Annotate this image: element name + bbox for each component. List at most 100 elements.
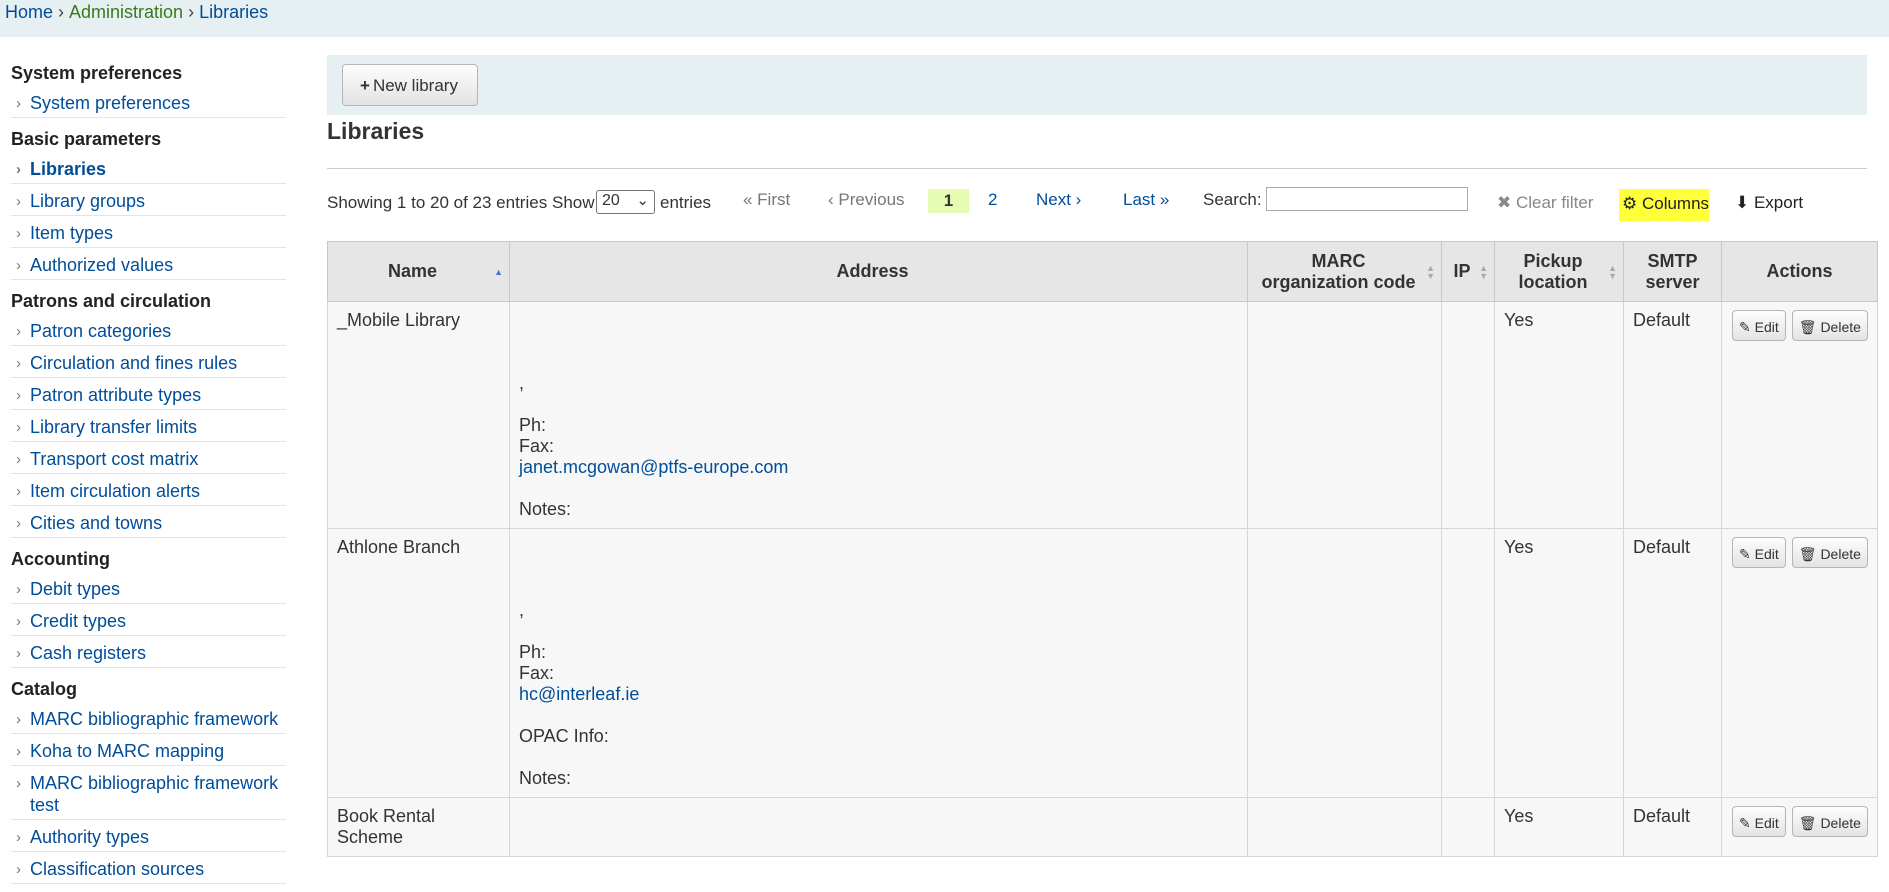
- library-address-cell: [509, 797, 1248, 857]
- address-line: [519, 621, 1238, 642]
- library-name-cell: _Mobile Library: [327, 301, 510, 529]
- pagination-last[interactable]: Last »: [1123, 190, 1169, 210]
- sidebar-item-circulation-and-fines-rules[interactable]: Circulation and fines rules: [11, 349, 286, 378]
- pagination-first[interactable]: « First: [743, 190, 790, 210]
- sidebar-item-cash-registers[interactable]: Cash registers: [11, 639, 286, 668]
- delete-button[interactable]: 🗑 Delete: [1791, 537, 1868, 568]
- address-line: [519, 331, 1238, 352]
- sidebar-list: System preferences: [11, 89, 286, 118]
- sidebar-item-item-circulation-alerts[interactable]: Item circulation alerts: [11, 477, 286, 506]
- library-name-cell: Athlone Branch: [327, 528, 510, 798]
- admin-sidebar: System preferences System preferences Basi…: [11, 60, 286, 892]
- address-line: [519, 558, 1238, 579]
- smtp-server-cell: Default: [1623, 528, 1722, 798]
- column-header-marc-organization-code[interactable]: MARC organization code ▲ ▼: [1247, 241, 1442, 302]
- libraries-table: Name ▲ Address MARC organization code ▲ ▼ IP…: [327, 241, 1878, 857]
- sidebar-item-debit-types[interactable]: Debit types: [11, 575, 286, 604]
- sidebar-item-patron-categories[interactable]: Patron categories: [11, 317, 286, 346]
- edit-button[interactable]: ✎ Edit: [1732, 806, 1786, 837]
- edit-button[interactable]: ✎ Edit: [1732, 310, 1786, 341]
- new-library-label: New library: [372, 76, 458, 95]
- sidebar-list: Libraries Library groups Item types Authori…: [11, 155, 286, 280]
- sidebar-item-credit-types[interactable]: Credit types: [11, 607, 286, 636]
- sort-icon: ▲ ▼: [1479, 262, 1488, 281]
- search-label: Search:: [1203, 190, 1262, 209]
- delete-button[interactable]: 🗑 Delete: [1791, 806, 1868, 837]
- delete-button[interactable]: 🗑 Delete: [1791, 310, 1868, 341]
- breadcrumb-current[interactable]: Libraries: [199, 2, 268, 22]
- toolbar: + New library: [327, 55, 1867, 115]
- export-button[interactable]: ⬇ Export: [1735, 193, 1803, 213]
- smtp-server-cell: Default: [1623, 797, 1722, 857]
- page-size-select[interactable]: 20 ⌄: [596, 190, 655, 214]
- email-link[interactable]: hc@interleaf.ie: [519, 684, 1238, 705]
- smtp-server-cell: Default: [1623, 301, 1722, 529]
- pagination-next[interactable]: Next ›: [1036, 190, 1081, 210]
- address-line: Notes:: [519, 499, 572, 519]
- address-line: [519, 394, 1238, 415]
- column-header-name[interactable]: Name ▲: [327, 241, 510, 302]
- title-divider: [327, 168, 1867, 169]
- address-line: [519, 537, 1238, 558]
- pencil-icon: ✎: [1739, 319, 1755, 335]
- sidebar-item-koha-to-marc-mapping[interactable]: Koha to MARC mapping: [11, 737, 286, 766]
- breadcrumb-separator: ›: [188, 2, 195, 22]
- pagination-page-current[interactable]: 1: [928, 189, 969, 213]
- ip-cell: [1441, 528, 1495, 798]
- sidebar-item-authorized-values[interactable]: Authorized values: [11, 251, 286, 280]
- table-row: Book Rental Scheme Yes Default ✎ Edit 🗑 Del…: [327, 797, 1878, 857]
- breadcrumb-administration-link[interactable]: Administration: [69, 2, 183, 22]
- address-line: OPAC Info:: [519, 726, 609, 746]
- pickup-location-cell: Yes: [1494, 301, 1624, 529]
- address-line: [519, 310, 1238, 331]
- sidebar-section-title: Basic parameters: [11, 129, 162, 149]
- address-line: Fax:: [519, 663, 555, 683]
- sort-icon: ▲ ▼: [1426, 262, 1435, 281]
- sidebar-item-library-transfer-limits[interactable]: Library transfer limits: [11, 413, 286, 442]
- marc-code-cell: [1247, 301, 1442, 529]
- sidebar-item-library-groups[interactable]: Library groups: [11, 187, 286, 216]
- pencil-icon: ✎: [1739, 815, 1755, 831]
- sidebar-item-transport-cost-matrix[interactable]: Transport cost matrix: [11, 445, 286, 474]
- sidebar-item-marc-bibliographic-framework-test[interactable]: MARC bibliographic framework test: [11, 769, 286, 820]
- chevron-down-icon: ⌄: [636, 192, 649, 209]
- sort-icon: ▲ ▼: [1608, 262, 1617, 281]
- pickup-location-cell: Yes: [1494, 797, 1624, 857]
- sidebar-item-system-preferences[interactable]: System preferences: [11, 89, 286, 118]
- sidebar-item-patron-attribute-types[interactable]: Patron attribute types: [11, 381, 286, 410]
- sidebar-list: Patron categories Circulation and fines r…: [11, 317, 286, 538]
- email-link[interactable]: janet.mcgowan@ptfs-europe.com: [519, 457, 1238, 478]
- sidebar-section-title: Patrons and circulation: [11, 291, 212, 311]
- pagination-page-2[interactable]: 2: [988, 190, 997, 210]
- table-row: _Mobile Library, Ph: Fax: janet.mcgowan@ptf…: [327, 301, 1878, 529]
- column-header-ip[interactable]: IP ▲ ▼: [1441, 241, 1495, 302]
- sidebar-item-libraries[interactable]: Libraries: [11, 155, 286, 184]
- address-line: Ph:: [519, 642, 547, 662]
- search-input[interactable]: [1266, 187, 1468, 211]
- clear-filter-button[interactable]: ✖ Clear filter: [1497, 193, 1593, 213]
- sidebar-item-item-types[interactable]: Item types: [11, 219, 286, 248]
- address-line: Notes:: [519, 768, 572, 788]
- actions-cell: ✎ Edit 🗑 Delete: [1721, 797, 1878, 857]
- sidebar-section-title: System preferences: [11, 63, 183, 83]
- page-title: Libraries: [327, 118, 425, 144]
- address-line: ,: [519, 373, 525, 393]
- new-library-button[interactable]: + New library: [342, 64, 478, 106]
- breadcrumb: Home › Administration › Libraries: [0, 0, 1889, 37]
- address-line: [519, 705, 1238, 726]
- trash-icon: 🗑: [1798, 815, 1821, 831]
- column-header-actions: Actions: [1721, 241, 1878, 302]
- sidebar-item-cities-and-towns[interactable]: Cities and towns: [11, 509, 286, 538]
- edit-button[interactable]: ✎ Edit: [1732, 537, 1786, 568]
- pickup-location-cell: Yes: [1494, 528, 1624, 798]
- sidebar-item-classification-sources[interactable]: Classification sources: [11, 855, 286, 884]
- sidebar-item-marc-bibliographic-framework[interactable]: MARC bibliographic framework: [11, 705, 286, 734]
- columns-button[interactable]: ⚙ Columns: [1619, 189, 1709, 221]
- sidebar-item-authority-types[interactable]: Authority types: [11, 823, 286, 852]
- pagination-previous[interactable]: ‹ Previous: [828, 190, 905, 210]
- address-line: [519, 579, 1238, 600]
- marc-code-cell: [1247, 528, 1442, 798]
- breadcrumb-home-link[interactable]: Home: [5, 2, 53, 22]
- column-header-pickup-location[interactable]: Pickup location ▲ ▼: [1494, 241, 1624, 302]
- sidebar-list: Debit types Credit types Cash registers: [11, 575, 286, 668]
